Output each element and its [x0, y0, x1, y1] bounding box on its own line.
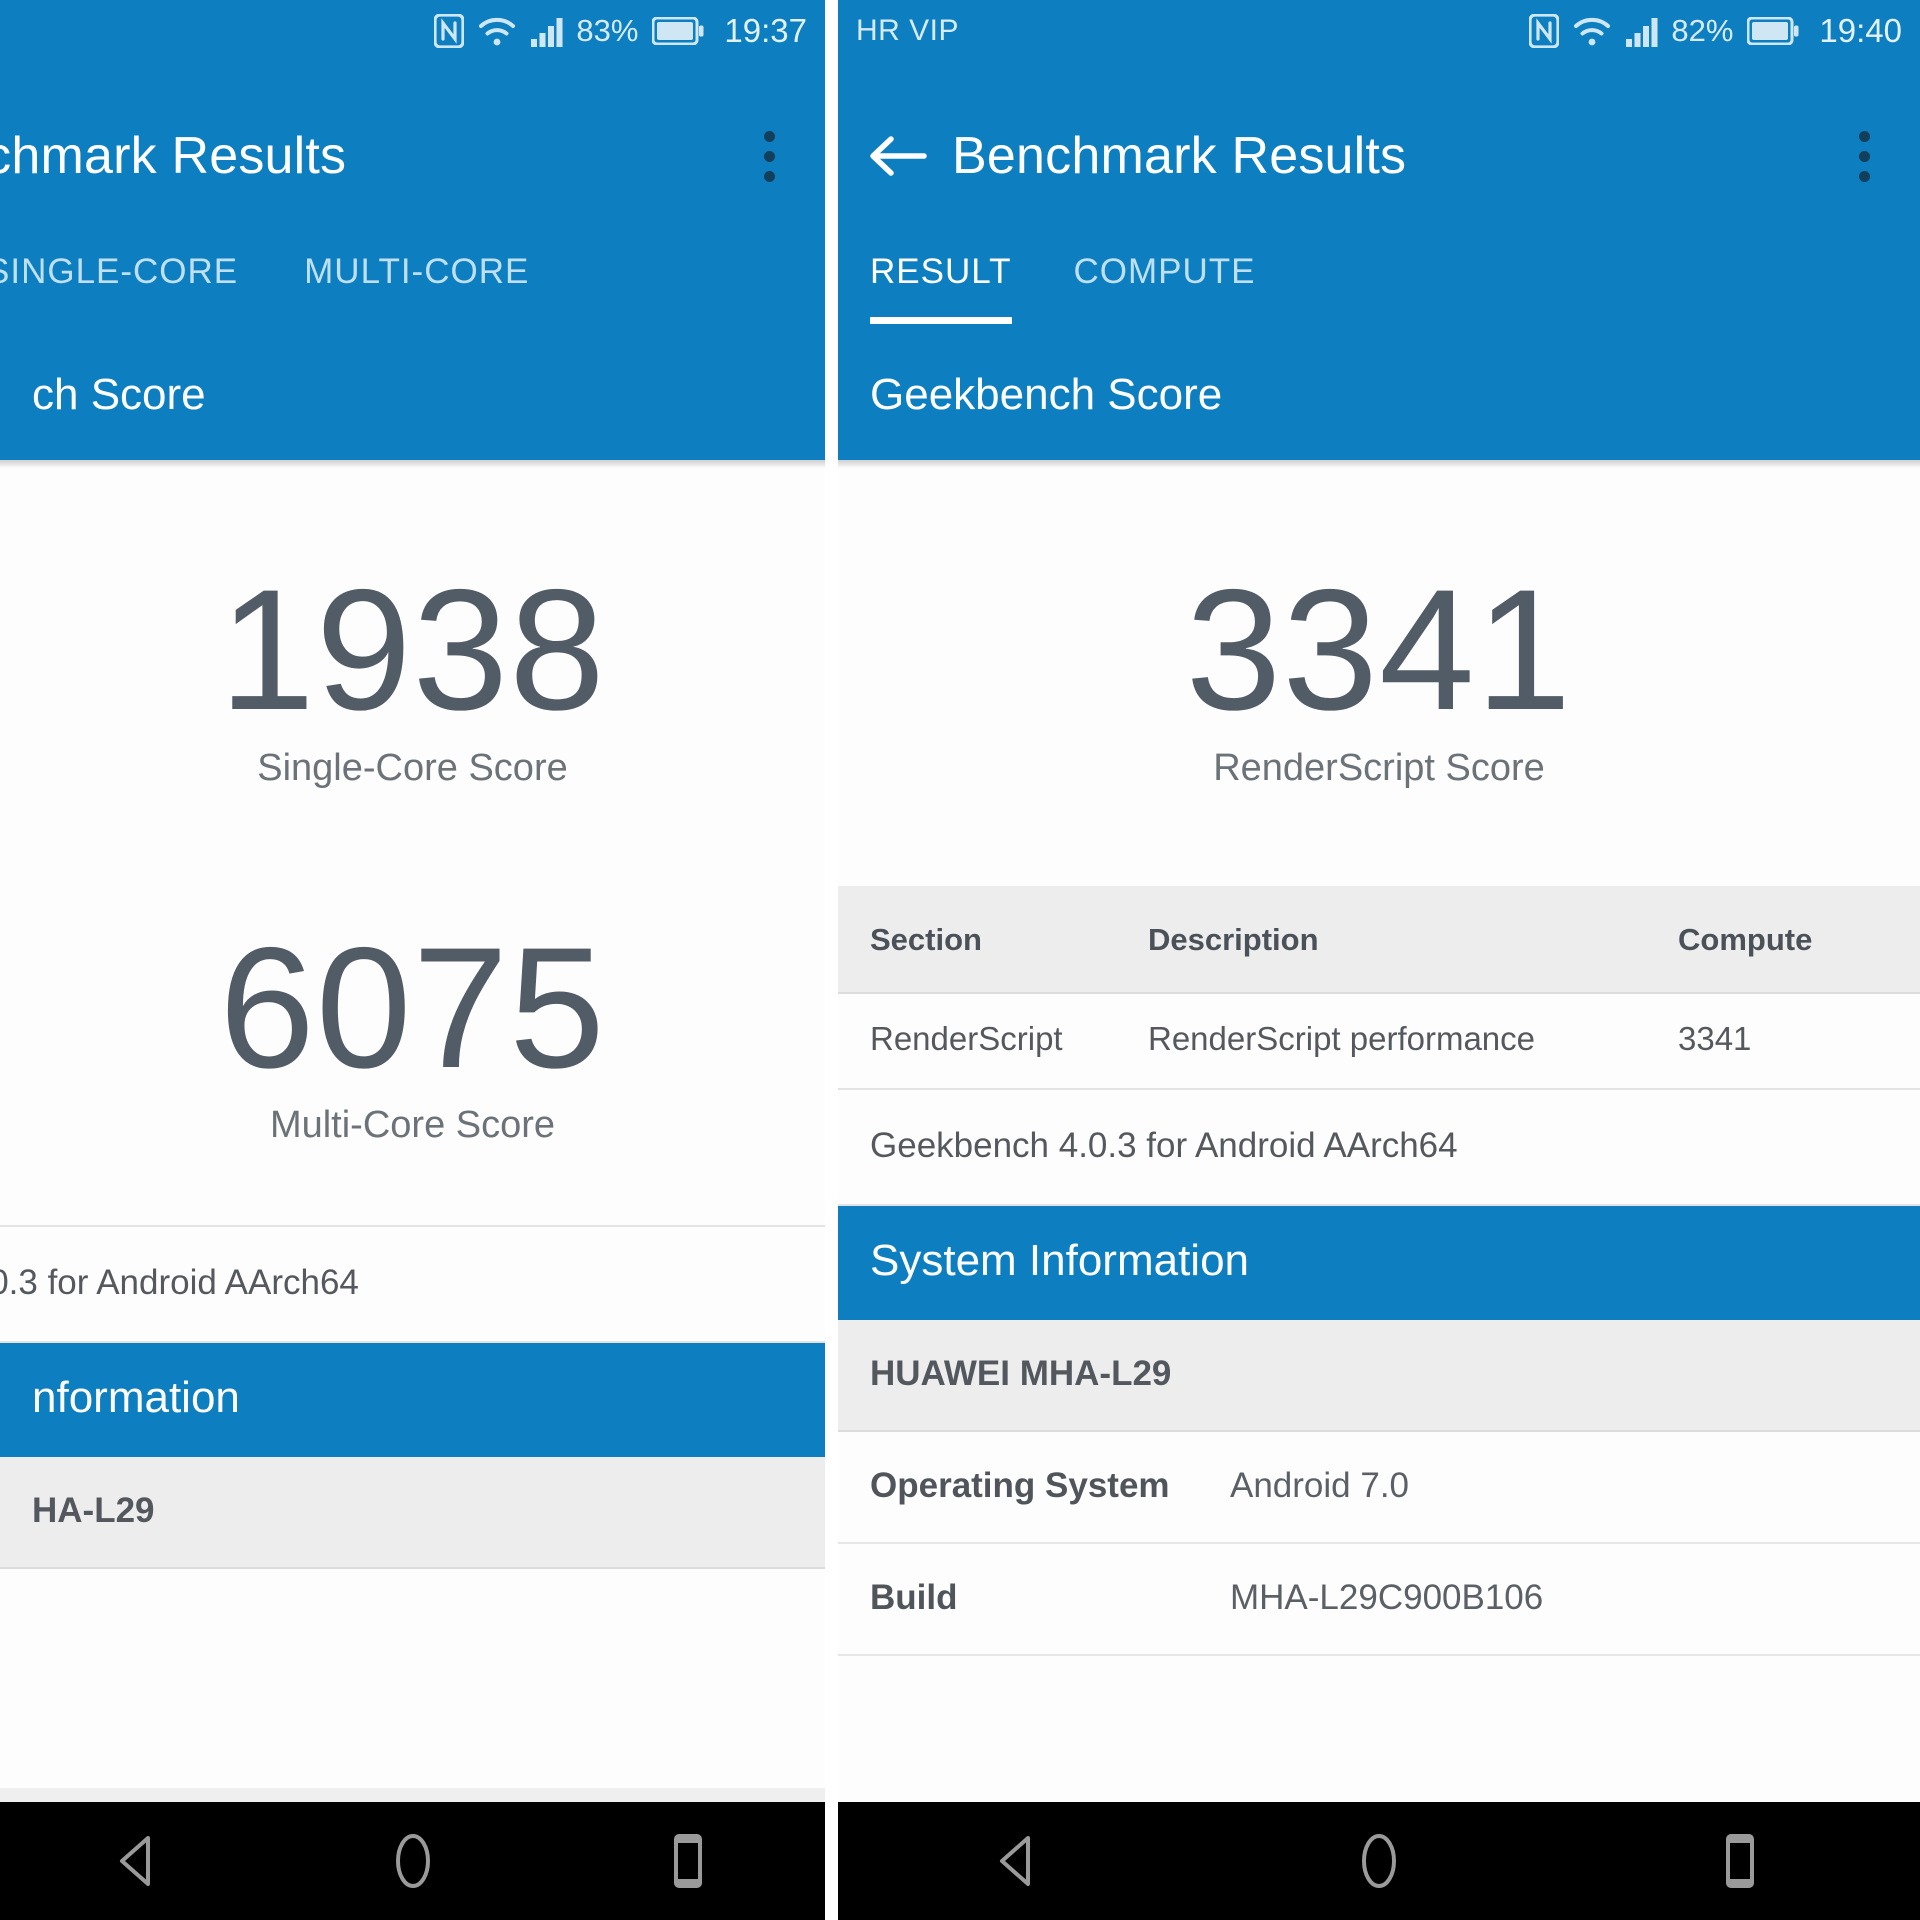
nav-back-icon[interactable]	[78, 1816, 198, 1906]
renderscript-score-block: 3341 RenderScript Score	[838, 560, 1920, 790]
renderscript-score-value: 3341	[1185, 554, 1573, 746]
left-footer-note: 4.0.3 for Android AArch64	[0, 1263, 359, 1303]
right-status-bar: HR VIP 82% 19:40	[838, 0, 1920, 62]
table-header-row: Section Description Compute	[838, 885, 1920, 993]
left-scroll-body[interactable]: 1938 Single-Core Score 6075 Multi-Core S…	[0, 468, 825, 1788]
info-key-build: Build	[870, 1577, 958, 1617]
left-system-information-header: nformation	[0, 1343, 825, 1458]
left-score-section-header: ch Score	[0, 336, 825, 460]
left-multi-core-block: 6075 Multi-Core Score	[0, 911, 825, 1148]
wifi-icon	[1573, 16, 1611, 47]
dual-screenshot-stage: 83% 19:37 Benchmark Results SINGLE-CORE …	[0, 0, 1920, 1920]
left-overflow-menu-icon[interactable]	[741, 120, 797, 192]
left-navigation-bar	[0, 1802, 825, 1920]
tab-single-core[interactable]: SINGLE-CORE	[0, 252, 238, 336]
left-single-core-block: 1938 Single-Core Score	[0, 560, 825, 790]
tab-result[interactable]: RESULT	[870, 252, 1012, 336]
right-navigation-bar	[838, 1802, 1920, 1920]
system-information-header: System Information	[838, 1205, 1920, 1320]
single-core-score-label: Single-Core Score	[257, 746, 568, 789]
single-core-score-value: 1938	[219, 554, 606, 746]
column-header-compute: Compute	[1668, 885, 1920, 993]
signal-icon	[1625, 16, 1663, 47]
back-arrow-icon[interactable]	[866, 124, 930, 188]
right-footer-note: Geekbench 4.0.3 for Android AArch64	[838, 1089, 1920, 1204]
left-phone-panel: 83% 19:37 Benchmark Results SINGLE-CORE …	[0, 0, 825, 1920]
right-tab-bar: RESULT COMPUTE	[838, 204, 1920, 336]
battery-icon	[1747, 17, 1799, 45]
left-appbar-shadow	[0, 460, 825, 468]
right-phone-panel: HR VIP 82% 19:40 Benchmark Results RESUL…	[838, 0, 1920, 1920]
battery-icon	[652, 17, 704, 45]
left-clock: 19:37	[724, 12, 807, 49]
nav-recents-icon[interactable]	[1680, 1816, 1800, 1906]
info-value-build: MHA-L29C900B106	[1230, 1577, 1544, 1617]
right-battery-percent: 82%	[1671, 13, 1734, 48]
signal-icon	[530, 16, 568, 47]
info-row-build: Build MHA-L29C900B106	[838, 1543, 1920, 1656]
table-row[interactable]: RenderScript RenderScript performance 33…	[838, 992, 1920, 1089]
tab-compute[interactable]: COMPUTE	[1074, 252, 1256, 336]
right-scroll-body[interactable]: 3341 RenderScript Score Section Descript…	[838, 468, 1920, 1788]
nav-home-icon[interactable]	[353, 1816, 473, 1906]
device-name: HUAWEI MHA-L29	[838, 1319, 1920, 1432]
cell-compute: 3341	[1668, 992, 1920, 1089]
left-tab-bar: SINGLE-CORE MULTI-CORE	[0, 204, 825, 336]
right-page-title: Benchmark Results	[952, 127, 1407, 185]
nav-recents-icon[interactable]	[628, 1816, 748, 1906]
nfc-icon	[434, 14, 465, 48]
info-value-operating-system: Android 7.0	[1230, 1465, 1410, 1505]
left-status-bar: 83% 19:37	[0, 0, 825, 62]
right-clock: 19:40	[1819, 12, 1902, 49]
column-header-section: Section	[838, 885, 1148, 993]
info-key-operating-system: Operating System	[870, 1465, 1170, 1505]
panel-divider	[825, 0, 838, 1920]
nav-home-icon[interactable]	[1319, 1816, 1439, 1906]
left-device-name: HA-L29	[0, 1457, 825, 1570]
right-nav-gap	[838, 1788, 1920, 1802]
column-header-description: Description	[1148, 885, 1668, 993]
left-app-bar: Benchmark Results	[0, 62, 825, 204]
right-appbar-shadow	[838, 460, 1920, 468]
renderscript-score-label: RenderScript Score	[1213, 746, 1545, 789]
right-overflow-menu-icon[interactable]	[1836, 120, 1892, 192]
tab-multi-core[interactable]: MULTI-CORE	[304, 252, 529, 336]
nav-back-icon[interactable]	[958, 1816, 1078, 1906]
left-battery-percent: 83%	[576, 13, 639, 48]
multi-core-score-label: Multi-Core Score	[269, 1104, 556, 1147]
compute-results-table: Section Description Compute RenderScript…	[838, 885, 1920, 1090]
nfc-icon	[1529, 14, 1560, 48]
left-nav-gap	[0, 1788, 825, 1802]
right-carrier-label: HR VIP	[856, 14, 960, 47]
right-app-bar: Benchmark Results	[838, 62, 1920, 204]
info-row-operating-system: Operating System Android 7.0	[838, 1431, 1920, 1544]
right-score-section-header: Geekbench Score	[838, 336, 1920, 460]
wifi-icon	[478, 16, 516, 47]
cell-section: RenderScript	[838, 992, 1148, 1089]
left-page-title: Benchmark Results	[0, 127, 347, 185]
cell-description: RenderScript performance	[1148, 992, 1668, 1089]
multi-core-score-value: 6075	[219, 911, 606, 1104]
